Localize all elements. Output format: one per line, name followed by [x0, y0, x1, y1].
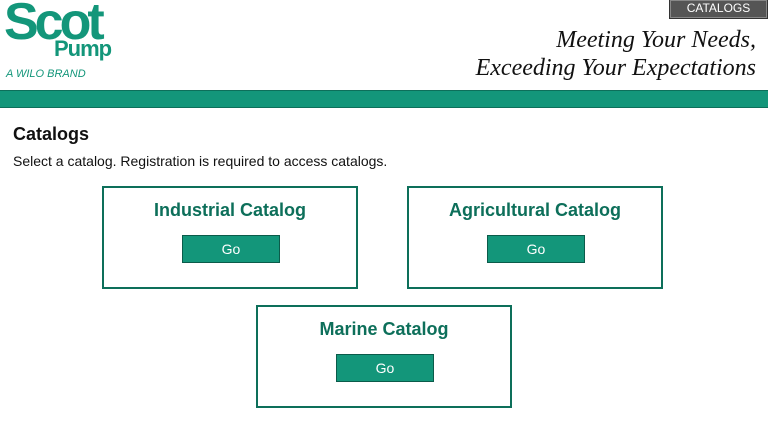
page-subtitle: Select a catalog. Registration is requir…	[13, 153, 388, 169]
catalogs-nav-tab[interactable]: CATALOGS	[669, 0, 768, 19]
industrial-catalog-card: Industrial Catalog Go	[102, 186, 358, 289]
agricultural-go-button[interactable]: Go	[487, 235, 585, 263]
tagline-line-2: Exceeding Your Expectations	[475, 55, 756, 81]
tagline-line-1: Meeting Your Needs,	[556, 27, 756, 53]
industrial-go-button[interactable]: Go	[182, 235, 280, 263]
agricultural-catalog-card: Agricultural Catalog Go	[407, 186, 663, 289]
marine-go-button[interactable]: Go	[336, 354, 434, 382]
card-title: Industrial Catalog	[153, 200, 306, 220]
card-title: Agricultural Catalog	[448, 200, 622, 220]
logo-brand-line: A WILO BRAND	[6, 68, 86, 80]
tagline: Meeting Your Needs, Exceeding Your Expec…	[476, 26, 756, 82]
scot-pump-logo[interactable]: Scot Pump A WILO BRAND	[4, 0, 129, 86]
marine-catalog-card: Marine Catalog Go	[256, 305, 512, 408]
logo-word-pump: Pump	[54, 36, 112, 61]
site-header: Scot Pump A WILO BRAND CATALOGS Meeting …	[0, 0, 768, 90]
header-accent-bar	[0, 90, 768, 108]
page-title: Catalogs	[13, 124, 90, 144]
card-title: Marine Catalog	[319, 319, 449, 339]
